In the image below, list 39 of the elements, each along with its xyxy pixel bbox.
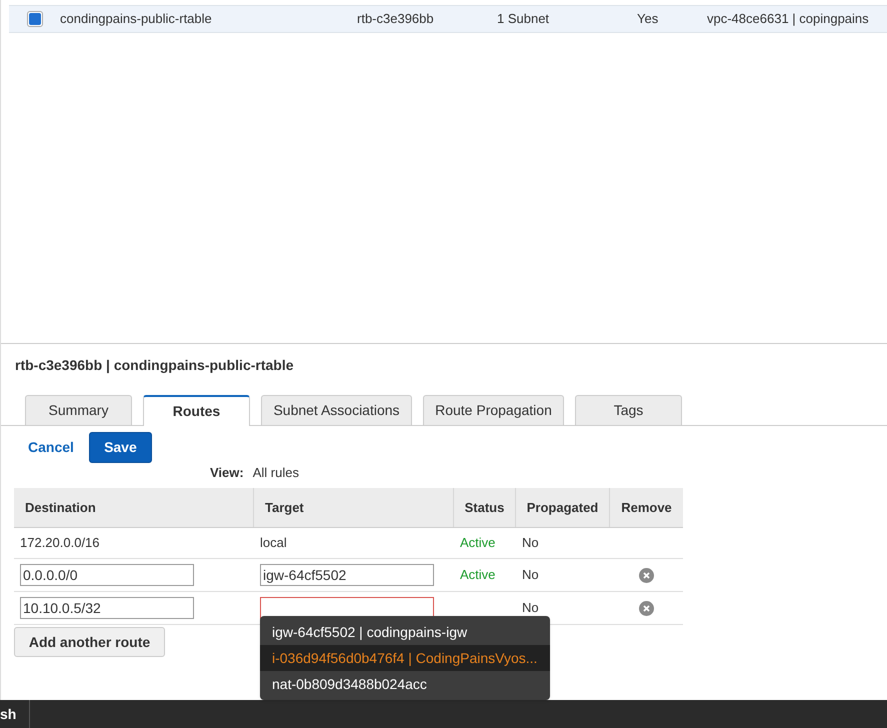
column-header: Target <box>254 488 454 527</box>
target-text: local <box>260 534 287 552</box>
dropdown-option[interactable]: igw-64cf5502 | codingpains-igw <box>260 619 550 645</box>
tab[interactable]: Routes <box>143 395 250 426</box>
tab[interactable]: Summary <box>25 395 132 425</box>
status-text: Active <box>460 567 496 582</box>
view-value: All rules <box>252 464 299 482</box>
add-route-button[interactable]: Add another route <box>14 627 165 657</box>
dropdown-option[interactable]: nat-0b809d3488b024acc <box>260 671 550 697</box>
propagated-text: No <box>522 567 539 582</box>
destination-field[interactable]: 10.10.0.5/32 <box>20 597 194 619</box>
column-header: Destination <box>14 488 254 527</box>
destination-text: 172.20.0.0/16 <box>20 534 100 552</box>
column-header: Propagated <box>516 488 610 527</box>
tab[interactable]: Route Propagation <box>423 395 564 425</box>
target-field[interactable]: igw-64cf5502 <box>260 564 434 586</box>
table-cell-text: condingpains-public-rtable <box>60 10 213 28</box>
tab[interactable]: Tags <box>575 395 682 425</box>
taskbar-item[interactable]: sh <box>0 700 30 728</box>
tab[interactable]: Subnet Associations <box>261 395 412 425</box>
column-header: Status <box>454 488 516 527</box>
save-button[interactable]: Save <box>88 432 152 462</box>
table-cell-text: Yes <box>637 10 660 28</box>
table-cell-text: 1 Subnet <box>497 10 550 28</box>
remove-icon[interactable] <box>639 600 654 616</box>
remove-icon[interactable] <box>639 568 654 582</box>
table-cell-text: vpc-48ce6631 | copingpains <box>707 10 870 28</box>
propagated-text: No <box>522 600 539 616</box>
checkbox[interactable] <box>26 11 42 27</box>
panel-title: rtb-c3e396bb | condingpains-public-rtable <box>15 356 295 373</box>
column-header: Remove <box>620 498 673 517</box>
dropdown-option[interactable]: i-036d94f56d0b476f4 | CodingPainsVyos... <box>260 645 550 671</box>
view-label: View: <box>210 464 244 482</box>
cancel-link[interactable]: Cancel <box>28 436 74 458</box>
destination-field[interactable]: 0.0.0.0/0 <box>20 564 194 586</box>
table-cell-text: rtb-c3e396bb <box>357 10 435 28</box>
table-row[interactable]: condingpains-public-rtable rtb-c3e396bb 1 Subnet Yes vpc-48ce6631 | copingpains <box>9 5 887 33</box>
status-text: Active <box>460 535 496 550</box>
propagated-text: No <box>522 535 539 550</box>
